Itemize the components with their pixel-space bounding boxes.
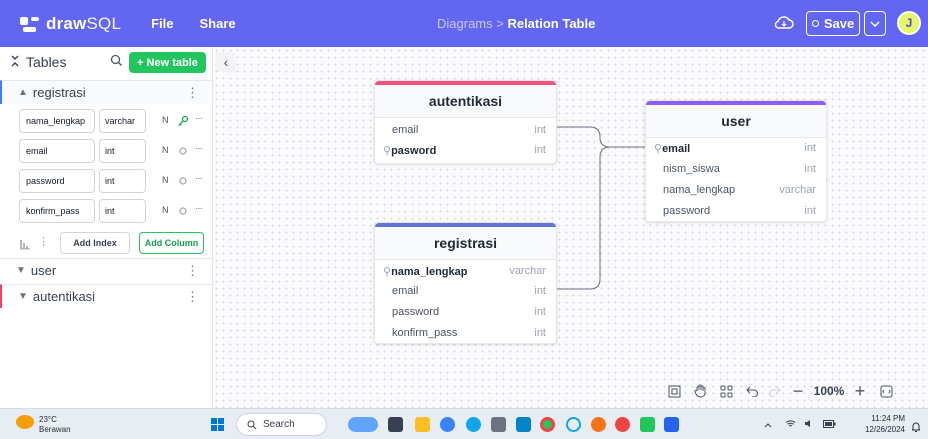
table-card-registrasi[interactable]: registrasi ⚲nama_lengkap varchar email i… <box>374 222 557 344</box>
edge-icon[interactable] <box>466 417 481 432</box>
column-type: int <box>804 205 816 217</box>
table-card-autentikasi[interactable]: autentikasi email int ⚲pasword int <box>374 80 557 164</box>
taskbar-search[interactable]: Search <box>236 413 327 436</box>
temperature: 23°C <box>39 415 57 424</box>
column-type: int <box>534 144 546 156</box>
weather-widget[interactable]: 23°C Berawan <box>16 415 71 435</box>
table-column[interactable]: ⚲nama_lengkap varchar <box>375 261 556 281</box>
column-type: int <box>534 124 546 136</box>
zoom-out-button[interactable]: − <box>789 380 807 402</box>
table-column[interactable]: email int <box>375 120 556 140</box>
os-taskbar: 23°C Berawan Search 11:24 PM 12/26/2024 <box>0 408 928 439</box>
windows-start-icon[interactable] <box>211 418 225 432</box>
column-name: nism_siswa <box>663 163 720 175</box>
pan-hand-icon[interactable] <box>691 380 709 402</box>
table-column[interactable]: nism_siswa int <box>646 159 826 179</box>
zoom-level[interactable]: 100% <box>811 380 847 402</box>
redo-icon[interactable] <box>765 380 783 402</box>
column-name: ⚲nama_lengkap <box>383 266 468 278</box>
table-column[interactable]: nama_lengkap varchar <box>646 180 826 200</box>
primary-key-icon: ⚲ <box>383 266 392 278</box>
app-icon[interactable] <box>640 417 655 432</box>
table-column[interactable]: ⚲pasword int <box>375 140 556 160</box>
column-type: varchar <box>509 265 546 277</box>
column-type: int <box>804 163 816 175</box>
table-column[interactable]: ⚲email int <box>646 138 826 158</box>
weather-icon <box>16 415 34 429</box>
table-card-user[interactable]: user ⚲email int nism_siswa int nama_leng… <box>645 100 827 222</box>
relation-line <box>557 126 645 148</box>
column-name: ⚲pasword <box>383 145 437 157</box>
app-icon[interactable] <box>566 417 581 432</box>
clock-date: 12/26/2024 <box>864 425 905 434</box>
minimap-icon[interactable] <box>665 380 683 402</box>
app-icon[interactable] <box>591 417 606 432</box>
undo-icon[interactable] <box>743 380 761 402</box>
column-type: int <box>804 142 816 154</box>
column-name: nama_lengkap <box>663 184 736 196</box>
search-label: Search <box>263 419 295 430</box>
column-type: varchar <box>779 184 816 196</box>
app-icon[interactable] <box>664 417 679 432</box>
widget-app-icon[interactable] <box>348 417 378 432</box>
zoom-in-button[interactable]: + <box>851 380 869 402</box>
column-name: email <box>392 285 419 297</box>
app-icon[interactable] <box>440 417 455 432</box>
volume-icon <box>805 420 811 427</box>
notification-icon[interactable] <box>911 419 921 432</box>
column-name: password <box>392 306 440 318</box>
table-column[interactable]: password int <box>646 201 826 221</box>
column-name: ⚲email <box>654 143 691 155</box>
store-icon[interactable] <box>491 417 506 432</box>
system-tray[interactable] <box>764 419 836 430</box>
table-column[interactable]: password int <box>375 302 556 322</box>
column-type: int <box>534 306 546 318</box>
weather-label: Berawan <box>39 425 71 434</box>
fit-screen-icon[interactable] <box>877 380 895 402</box>
table-title[interactable]: user <box>646 105 826 138</box>
primary-key-icon: ⚲ <box>654 143 663 155</box>
app-icon[interactable] <box>615 417 630 432</box>
table-title[interactable]: autentikasi <box>375 85 556 118</box>
clock-time: 11:24 PM <box>871 414 905 423</box>
table-title[interactable]: registrasi <box>375 227 556 260</box>
column-type: int <box>534 285 546 297</box>
relation-line <box>557 146 645 290</box>
column-name: password <box>663 205 711 217</box>
primary-key-icon: ⚲ <box>383 145 392 157</box>
search-icon <box>247 420 257 429</box>
column-type: int <box>534 327 546 339</box>
column-name: konfirm_pass <box>392 327 458 339</box>
chrome-icon[interactable] <box>540 417 555 432</box>
table-column[interactable]: konfirm_pass int <box>375 323 556 343</box>
wifi-icon <box>785 420 795 427</box>
taskbar-clock[interactable]: 11:24 PM 12/26/2024 <box>863 413 905 435</box>
arrange-grid-icon[interactable] <box>717 380 735 402</box>
file-explorer-icon[interactable] <box>415 417 430 432</box>
chevron-up-icon <box>764 423 772 428</box>
table-column[interactable]: email int <box>375 281 556 301</box>
task-view-icon[interactable] <box>388 417 403 432</box>
canvas-toolbar: − 100% + <box>665 380 919 402</box>
column-name: email <box>392 124 419 136</box>
battery-icon <box>822 420 836 428</box>
app-icon[interactable] <box>516 417 531 432</box>
